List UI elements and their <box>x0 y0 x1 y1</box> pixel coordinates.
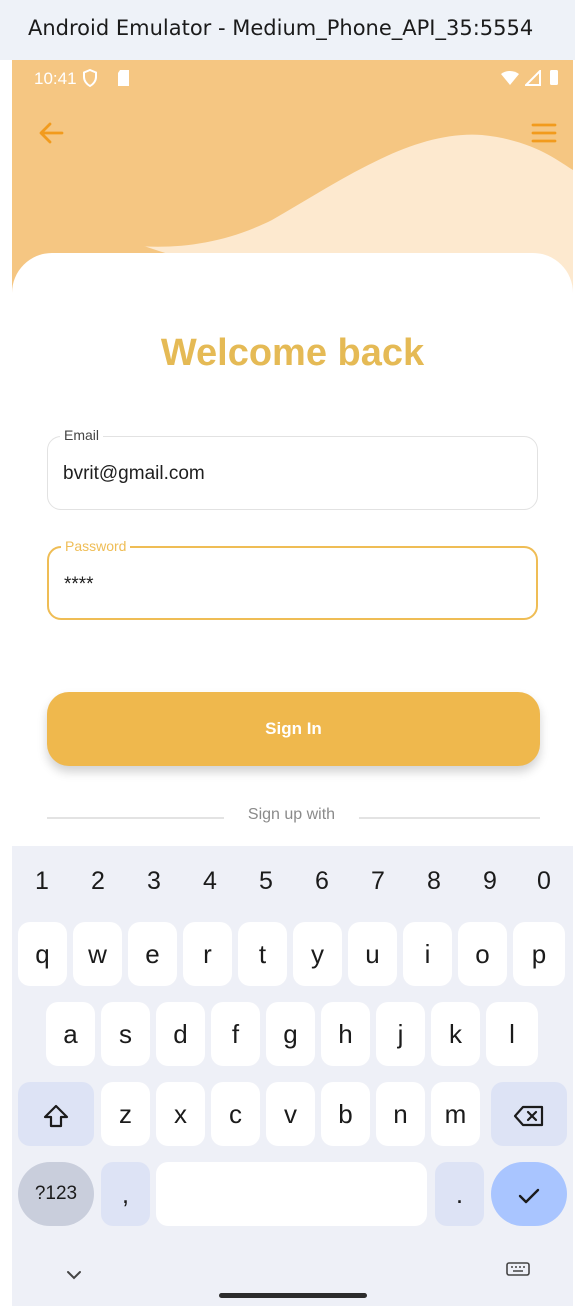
back-arrow-icon[interactable] <box>36 118 66 148</box>
period-key[interactable]: . <box>435 1162 484 1226</box>
status-bar: 10:41 <box>12 60 573 100</box>
key-9[interactable]: 9 <box>462 856 518 906</box>
key-2[interactable]: 2 <box>70 856 126 906</box>
shift-arrow-icon <box>43 1105 69 1128</box>
key-8[interactable]: 8 <box>406 856 462 906</box>
menu-icon[interactable] <box>529 118 559 148</box>
soft-keyboard: 1 2 3 4 5 6 7 8 9 0 q w e r t y u i o p … <box>12 846 573 1306</box>
comma-key[interactable]: , <box>101 1162 150 1226</box>
email-field[interactable]: Email bvrit@gmail.com <box>47 427 538 510</box>
key-c[interactable]: c <box>211 1082 260 1146</box>
key-g[interactable]: g <box>266 1002 315 1066</box>
key-6[interactable]: 6 <box>294 856 350 906</box>
password-field[interactable]: Password **** <box>47 538 538 620</box>
password-value[interactable]: **** <box>64 574 94 596</box>
status-time: 10:41 <box>34 69 77 88</box>
enter-key[interactable] <box>491 1162 567 1226</box>
key-r[interactable]: r <box>183 922 232 986</box>
key-q[interactable]: q <box>18 922 67 986</box>
key-3[interactable]: 3 <box>126 856 182 906</box>
key-i[interactable]: i <box>403 922 452 986</box>
wifi-icon <box>501 70 520 85</box>
key-f[interactable]: f <box>211 1002 260 1066</box>
status-left-icons <box>82 68 132 88</box>
sign-in-button[interactable]: Sign In <box>47 692 540 766</box>
sd-card-icon <box>118 70 130 86</box>
key-m[interactable]: m <box>431 1082 480 1146</box>
key-n[interactable]: n <box>376 1082 425 1146</box>
divider-left <box>47 817 224 819</box>
emulator-titlebar: Android Emulator - Medium_Phone_API_35:5… <box>0 0 575 60</box>
key-d[interactable]: d <box>156 1002 205 1066</box>
sign-up-with-text: Sign up with <box>247 806 336 823</box>
key-7[interactable]: 7 <box>350 856 406 906</box>
email-label: Email <box>60 427 104 443</box>
symbols-key[interactable]: ?123 <box>18 1162 94 1226</box>
key-w[interactable]: w <box>73 922 122 986</box>
key-5[interactable]: 5 <box>238 856 294 906</box>
gesture-nav-handle[interactable] <box>219 1293 367 1298</box>
key-u[interactable]: u <box>348 922 397 986</box>
key-p[interactable]: p <box>513 922 565 986</box>
key-1[interactable]: 1 <box>14 856 70 906</box>
space-key[interactable] <box>156 1162 427 1226</box>
shift-key[interactable] <box>18 1082 94 1146</box>
shield-icon <box>83 68 97 88</box>
key-s[interactable]: s <box>101 1002 150 1066</box>
key-y[interactable]: y <box>293 922 342 986</box>
key-0[interactable]: 0 <box>516 856 572 906</box>
hide-keyboard-icon[interactable] <box>62 1265 86 1285</box>
email-value[interactable]: bvrit@gmail.com <box>63 463 205 485</box>
key-o[interactable]: o <box>458 922 507 986</box>
key-j[interactable]: j <box>376 1002 425 1066</box>
key-4[interactable]: 4 <box>182 856 238 906</box>
key-l[interactable]: l <box>486 1002 538 1066</box>
key-k[interactable]: k <box>431 1002 480 1066</box>
key-e[interactable]: e <box>128 922 177 986</box>
status-right-icons <box>500 68 559 87</box>
keyboard-switch-icon[interactable] <box>504 1259 532 1279</box>
number-row: 1 2 3 4 5 6 7 8 9 0 <box>12 856 573 906</box>
password-label: Password <box>61 538 131 554</box>
signal-icon <box>523 68 541 86</box>
key-h[interactable]: h <box>321 1002 370 1066</box>
key-t[interactable]: t <box>238 922 287 986</box>
key-a[interactable]: a <box>46 1002 95 1066</box>
key-x[interactable]: x <box>156 1082 205 1146</box>
phone-screen: 10:41 Welcome back Email bvrit@gmail.com… <box>12 60 573 1306</box>
window-title: Android Emulator - Medium_Phone_API_35:5… <box>28 16 534 40</box>
divider-right <box>359 817 540 819</box>
backspace-key[interactable] <box>491 1082 567 1146</box>
key-b[interactable]: b <box>321 1082 370 1146</box>
key-v[interactable]: v <box>266 1082 315 1146</box>
checkmark-icon <box>518 1188 540 1204</box>
key-z[interactable]: z <box>101 1082 150 1146</box>
welcome-title: Welcome back <box>160 332 425 374</box>
battery-icon <box>550 70 558 86</box>
backspace-icon <box>513 1106 544 1127</box>
